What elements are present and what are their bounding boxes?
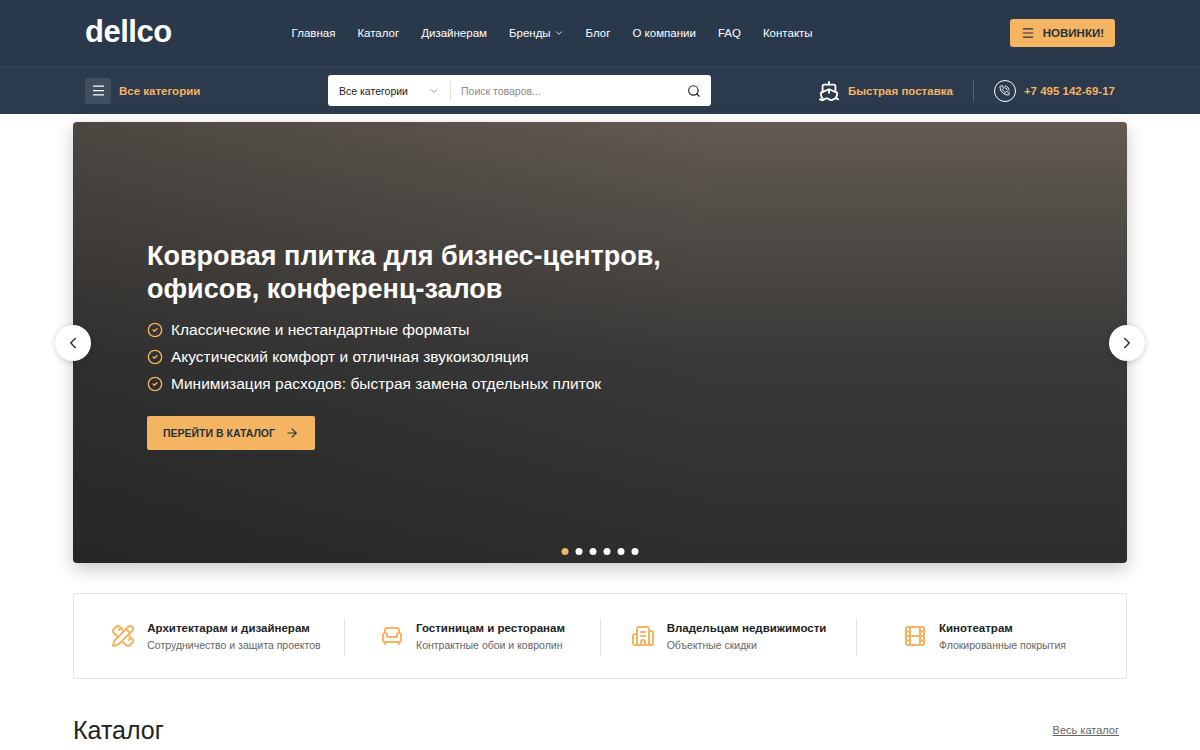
category-select[interactable]: Все категории — [328, 81, 451, 101]
feature-item[interactable]: Владельцам недвижимости Объектные скидки — [600, 618, 856, 655]
sub-bar: Все категорииВсе категории Быстрая постав… — [0, 66, 1200, 114]
owners-icon — [631, 622, 655, 648]
menu-icon — [85, 78, 111, 104]
hero-bullets: Классические и нестандартные форматы Акус… — [147, 320, 1127, 393]
catalog-header: Каталог Весь каталог — [73, 715, 1127, 745]
slider-dot[interactable] — [632, 548, 639, 555]
ship-icon — [818, 80, 840, 102]
chevron-right-icon — [1118, 334, 1136, 352]
cinemas-icon — [903, 622, 927, 648]
prev-slide-button[interactable] — [55, 325, 91, 361]
top-bar: dellco Главная Каталог Дизайнерам Бренды Блог… — [0, 0, 1200, 66]
hotels-icon — [380, 622, 404, 648]
catalog-title: Каталог — [73, 715, 164, 745]
hero-banner: Ковровая плитка для бизнес-центров,офисо… — [73, 122, 1127, 563]
nav-link[interactable]: Блог — [586, 27, 611, 39]
nav-link[interactable]: Каталог — [357, 27, 399, 39]
search-icon — [687, 84, 701, 98]
feature-subtitle: Контрактные обои и ковролин — [416, 639, 565, 651]
new-arrivals-button[interactable]: НОВИНКИ! — [1010, 19, 1115, 47]
slider-dot[interactable] — [604, 548, 611, 555]
search-input[interactable] — [451, 85, 677, 97]
check-circle-icon — [147, 376, 163, 392]
slider-dot[interactable] — [590, 548, 597, 555]
phone-link[interactable]: +7 495 142-69-17 — [994, 80, 1115, 102]
check-circle-icon — [147, 322, 163, 338]
menu-icon — [1021, 26, 1035, 40]
nav-link[interactable]: Главная — [292, 27, 336, 39]
main-nav: Главная Каталог Дизайнерам Бренды Блог О комп… — [292, 27, 813, 39]
nav-link[interactable]: FAQ — [718, 27, 741, 39]
slider-dots — [562, 548, 639, 555]
hero-bullet: Минимизация расходов: быстрая замена отд… — [147, 374, 1127, 393]
slider-dot[interactable] — [576, 548, 583, 555]
slider-dot[interactable] — [562, 548, 569, 555]
feature-subtitle: Объектные скидки — [667, 639, 827, 651]
feature-item[interactable]: Архитектарам и дизайнерам Сотрудничество … — [88, 618, 344, 655]
nav-link[interactable]: О компании — [632, 27, 695, 39]
search-button[interactable] — [677, 84, 711, 98]
nav-link[interactable]: Контакты — [763, 27, 813, 39]
hero-bullet: Классические и нестандартные форматы — [147, 320, 1127, 339]
check-circle-icon — [147, 349, 163, 365]
chevron-left-icon — [64, 334, 82, 352]
nav-link[interactable]: Дизайнерам — [421, 27, 487, 39]
all-catalog-link[interactable]: Весь каталог — [1053, 724, 1127, 736]
page: dellco Главная Каталог Дизайнерам Бренды Блог… — [0, 0, 1200, 750]
next-slide-button[interactable] — [1109, 325, 1145, 361]
feature-item[interactable]: Гостиницам и ресторанам Контрактные обои … — [344, 618, 600, 655]
features-strip: Архитектарам и дизайнерам Сотрудничество … — [73, 593, 1127, 679]
categories-button[interactable]: Все категории — [85, 78, 328, 104]
feature-subtitle: Сотрудничество и защита проектов — [147, 639, 320, 651]
feature-title: Владельцам недвижимости — [667, 622, 827, 634]
catalog-button[interactable]: ПЕРЕЙТИ В КАТАЛОГ — [147, 416, 315, 450]
feature-title: Архитектарам и дизайнерам — [147, 622, 320, 634]
slider-dot[interactable] — [618, 548, 625, 555]
arrow-right-icon — [285, 426, 299, 440]
feature-item[interactable]: Кинотеатрам Флокированные покрытия — [856, 618, 1112, 655]
logo[interactable]: dellco — [85, 16, 172, 50]
phone-icon — [994, 80, 1016, 102]
feature-title: Гостиницам и ресторанам — [416, 622, 565, 634]
search-box: Все категории — [328, 75, 711, 106]
feature-title: Кинотеатрам — [939, 622, 1066, 634]
hero-title: Ковровая плитка для бизнес-центров,офисо… — [147, 240, 1127, 306]
divider — [973, 80, 974, 102]
hero-bullet: Акустический комфорт и отличная звукоизо… — [147, 347, 1127, 366]
chevron-down-icon — [428, 85, 440, 97]
designers-icon — [111, 622, 135, 648]
feature-subtitle: Флокированные покрытия — [939, 639, 1066, 651]
delivery-link[interactable]: Быстрая поставка — [818, 80, 953, 102]
chevron-down-icon — [554, 28, 564, 38]
nav-link[interactable]: Бренды — [509, 27, 564, 39]
